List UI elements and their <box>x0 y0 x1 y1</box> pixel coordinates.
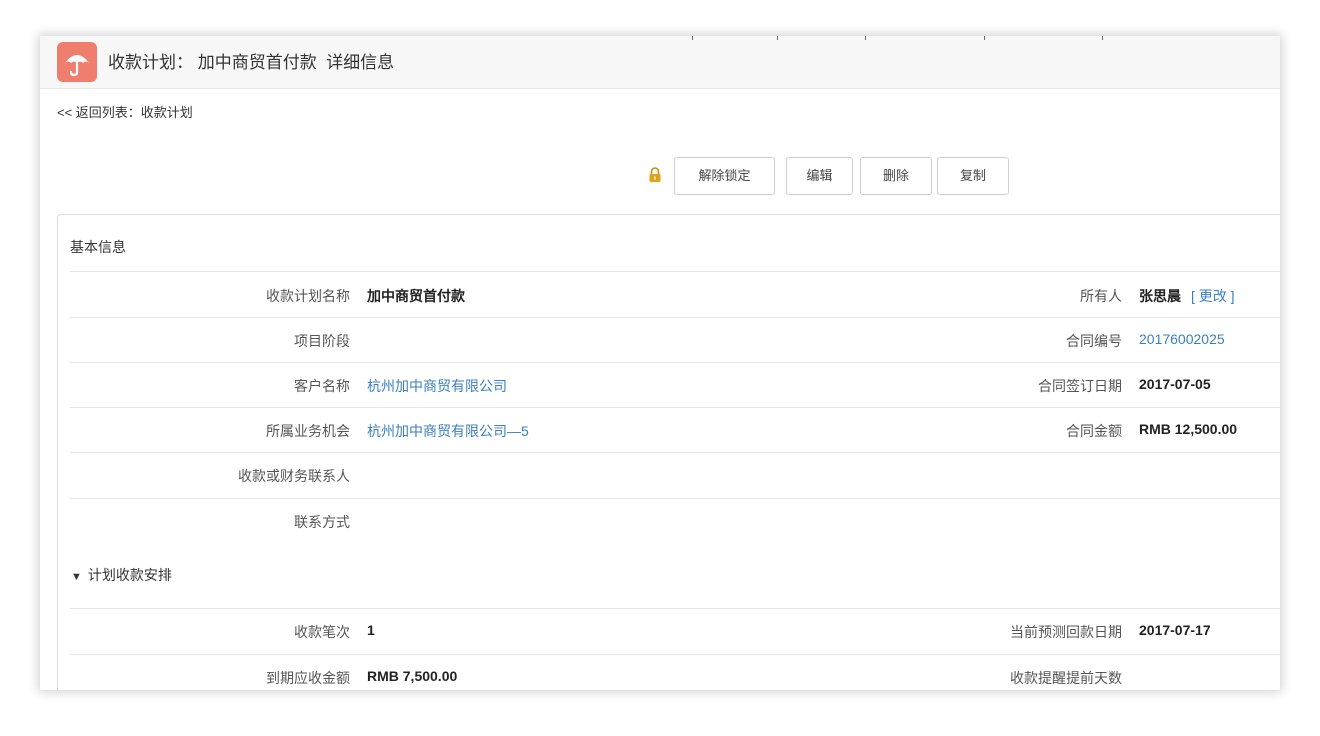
opportunity-label: 所属业务机会 <box>266 423 350 439</box>
installment-value: 1 <box>367 622 375 638</box>
project-stage-label: 项目阶段 <box>294 333 350 349</box>
unlock-button[interactable]: 解除锁定 <box>674 157 775 195</box>
customer-name-label: 客户名称 <box>294 378 350 394</box>
owner-label: 所有人 <box>1080 288 1122 304</box>
customer-name-link[interactable]: 杭州加中商贸有限公司 <box>367 376 507 396</box>
divider <box>70 362 1280 363</box>
detail-panel: 基本信息 收款计划名称 加中商贸首付款 所有人 张思晨 [ 更改 ] 项目阶段 … <box>57 214 1280 690</box>
section-title-basic-info: 基本信息 <box>70 239 126 255</box>
page-title: 收款计划： 加中商贸首付款 详细信息 <box>108 53 395 72</box>
back-to-list-link[interactable]: << 返回列表：收款计划 <box>57 102 193 121</box>
umbrella-icon <box>57 42 97 82</box>
forecast-date-value: 2017-07-17 <box>1139 622 1211 638</box>
opportunity-link[interactable]: 杭州加中商贸有限公司—5 <box>367 421 529 441</box>
app-window: 收款计划： 加中商贸首付款 详细信息 << 返回列表：收款计划 解除锁定 编辑 … <box>40 36 1280 690</box>
plan-name-label: 收款计划名称 <box>266 288 350 304</box>
lock-icon <box>648 167 662 188</box>
contract-number-label: 合同编号 <box>1066 333 1122 349</box>
contract-sign-date-label: 合同签订日期 <box>1038 378 1122 394</box>
due-amount-value: RMB 7,500.00 <box>367 668 458 684</box>
divider <box>70 498 1280 499</box>
divider <box>70 407 1280 408</box>
triangle-down-icon: ▼ <box>71 571 82 583</box>
owner-change-link[interactable]: [ 更改 ] <box>1191 286 1235 306</box>
plan-name-value: 加中商贸首付款 <box>367 288 465 304</box>
contract-number-link[interactable]: 20176002025 <box>1139 331 1225 347</box>
divider <box>70 317 1280 318</box>
divider <box>70 271 1280 272</box>
due-amount-label: 到期应收金额 <box>266 670 350 686</box>
copy-button[interactable]: 复制 <box>937 157 1009 195</box>
section-toggle-schedule[interactable]: ▼ 计划收款安排 <box>71 565 172 585</box>
finance-contact-label: 收款或财务联系人 <box>238 468 350 484</box>
contract-amount-label: 合同金额 <box>1066 423 1122 439</box>
page-header: 收款计划： 加中商贸首付款 详细信息 <box>40 36 1280 89</box>
installment-label: 收款笔次 <box>294 624 350 640</box>
owner-value: 张思晨 <box>1139 288 1181 304</box>
reminder-days-label: 收款提醒提前天数 <box>1010 670 1122 686</box>
section-title-schedule: 计划收款安排 <box>87 567 172 583</box>
contract-sign-date-value: 2017-07-05 <box>1139 376 1211 392</box>
forecast-date-label: 当前预测回款日期 <box>1010 624 1122 640</box>
divider <box>70 654 1280 655</box>
delete-button[interactable]: 删除 <box>860 157 932 195</box>
contract-amount-value: RMB 12,500.00 <box>1139 421 1238 437</box>
divider <box>70 452 1280 453</box>
divider <box>70 608 1280 609</box>
edit-button[interactable]: 编辑 <box>786 157 853 195</box>
contact-method-label: 联系方式 <box>294 514 350 530</box>
